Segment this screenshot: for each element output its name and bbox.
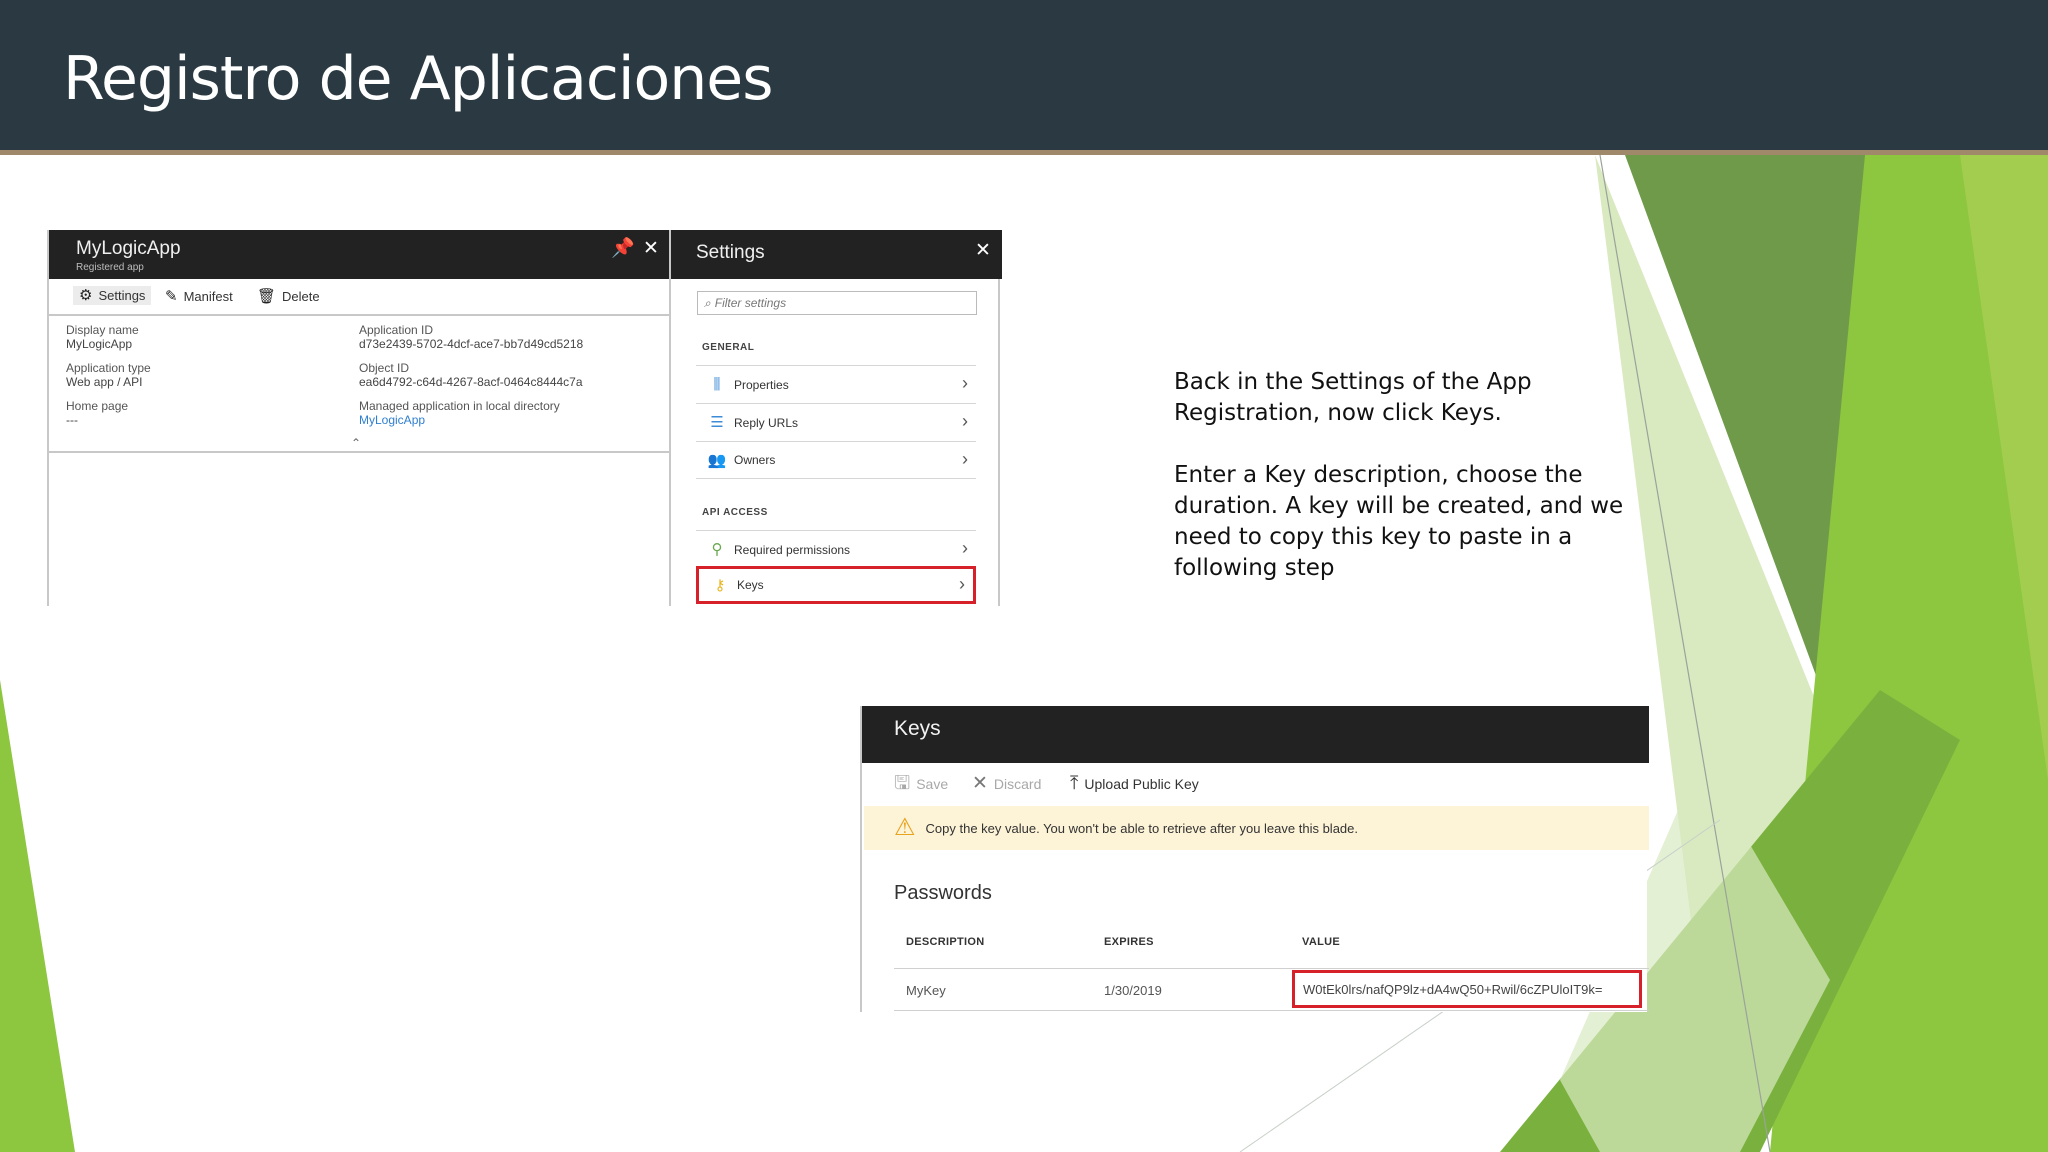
permissions-icon: ⚲	[711, 541, 723, 558]
home-page-prop: Home page ---	[66, 399, 128, 427]
keys-screenshot: Keys 🖫 Save ✕ Discard ⤒ Upload Public Ke…	[860, 706, 1649, 1012]
table-bottom-divider	[894, 1010, 1649, 1011]
keys-blade-title: Keys	[894, 717, 941, 740]
pin-icon[interactable]: 📌	[611, 239, 635, 258]
chevron-right-icon: ›	[962, 411, 968, 431]
settings-button[interactable]: ⚙ Settings	[73, 286, 152, 305]
settings-item-required-permissions[interactable]: ⚲ Required permissions ›	[696, 530, 976, 568]
display-name-prop: Display name MyLogicApp	[66, 323, 139, 351]
filter-placeholder: Filter settings	[714, 296, 787, 310]
upload-button-label: Upload Public Key	[1084, 775, 1199, 792]
application-type-label: Application type	[66, 361, 151, 375]
settings-item-owners[interactable]: 👥 Owners ›	[696, 441, 976, 479]
application-type-prop: Application type Web app / API	[66, 361, 151, 389]
app-toolbar: ⚙ Settings ✎ Manifest 🗑 Delete	[49, 279, 669, 316]
object-id-label: Object ID	[359, 361, 410, 375]
owners-label: Owners	[734, 453, 776, 467]
keys-label: Keys	[737, 578, 764, 592]
discard-icon: ✕	[972, 773, 988, 794]
settings-item-reply-urls[interactable]: ☰ Reply URLs ›	[696, 403, 976, 441]
app-blade-header: MyLogicApp Registered app 📌 ✕	[49, 230, 669, 279]
discard-button[interactable]: ✕ Discard	[972, 774, 1041, 793]
settings-item-properties[interactable]: ⫼ Properties ›	[696, 365, 976, 403]
warning-icon: ⚠	[894, 814, 916, 841]
gear-icon: ⚙	[79, 287, 93, 304]
display-name-label: Display name	[66, 323, 139, 337]
home-page-label: Home page	[66, 399, 129, 413]
general-section-label: GENERAL	[702, 342, 755, 353]
chevron-right-icon: ›	[959, 574, 965, 594]
blade-divider	[669, 230, 671, 606]
instruction-paragraph-1: Back in the Settings of the App Registra…	[1174, 369, 1532, 426]
column-header-value: VALUE	[1302, 936, 1340, 948]
object-id-prop: Object ID ea6d4792-c64d-4267-8acf-0464c8…	[359, 361, 583, 389]
pencil-icon: ✎	[165, 288, 178, 305]
key-icon: ⚷	[714, 576, 726, 594]
users-icon: 👥	[707, 451, 727, 469]
table-header-divider	[894, 968, 1649, 969]
managed-app-link[interactable]: MyLogicApp	[359, 413, 560, 427]
passwords-title: Passwords	[894, 882, 992, 904]
discard-button-label: Discard	[993, 775, 1042, 792]
filter-settings-input[interactable]: ⌕ Filter settings	[697, 291, 977, 315]
object-id-value: ea6d4792-c64d-4267-8acf-0464c8444c7a	[359, 375, 583, 389]
column-header-expires: EXPIRES	[1104, 936, 1154, 948]
warning-banner: ⚠ Copy the key value. You won't be able …	[864, 806, 1649, 850]
key-expires-cell: 1/30/2019	[1104, 983, 1162, 998]
key-value-cell[interactable]: W0tEk0lrs/nafQP9lz+dA4wQ50+Rwil/6cZPUloI…	[1292, 970, 1642, 1008]
close-icon[interactable]: ✕	[643, 239, 659, 258]
delete-button[interactable]: 🗑 Delete	[257, 289, 320, 304]
manifest-button[interactable]: ✎ Manifest	[165, 289, 233, 304]
api-access-section-label: API ACCESS	[702, 507, 768, 518]
delete-button-label: Delete	[282, 289, 320, 304]
chevron-right-icon: ›	[962, 538, 968, 558]
home-page-value: ---	[66, 413, 78, 427]
managed-app-label: Managed application in local directory	[359, 399, 560, 413]
application-type-value: Web app / API	[66, 375, 143, 389]
left-green-facet	[0, 680, 75, 1152]
upload-public-key-button[interactable]: ⤒ Upload Public Key	[1070, 774, 1199, 793]
manifest-button-label: Manifest	[183, 289, 233, 304]
slide-title-bar: Registro de Aplicaciones	[0, 0, 2048, 150]
chevron-right-icon: ›	[962, 373, 968, 393]
key-description-cell: MyKey	[906, 983, 946, 998]
column-header-description: DESCRIPTION	[906, 936, 985, 948]
settings-button-label: Settings	[98, 288, 146, 303]
settings-blade-title: Settings	[696, 242, 765, 263]
save-icon: 🖫	[894, 773, 911, 794]
collapse-icon[interactable]: ⌃	[351, 436, 361, 450]
reply-urls-label: Reply URLs	[734, 415, 799, 430]
slide-body: Back in the Settings of the App Registra…	[1174, 367, 1644, 584]
keys-blade-header: Keys	[862, 706, 1649, 763]
app-blade-title: MyLogicApp	[76, 238, 181, 259]
search-icon: ⌕	[704, 295, 711, 310]
properties-divider	[49, 451, 669, 453]
application-id-prop: Application ID d73e2439-5702-4dcf-ace7-b…	[359, 323, 583, 351]
properties-label: Properties	[734, 377, 789, 392]
managed-app-prop: Managed application in local directory M…	[359, 399, 560, 427]
warning-text: Copy the key value. You won't be able to…	[925, 820, 1358, 836]
settings-item-keys[interactable]: ⚷ Keys ›	[696, 566, 976, 604]
save-button[interactable]: 🖫 Save	[894, 774, 948, 793]
application-id-value: d73e2439-5702-4dcf-ace7-bb7d49cd5218	[359, 337, 584, 351]
upload-icon: ⤒	[1070, 773, 1079, 794]
chevron-right-icon: ›	[962, 449, 968, 469]
display-name-value: MyLogicApp	[66, 337, 133, 351]
application-id-label: Application ID	[359, 323, 434, 337]
app-settings-screenshot: MyLogicApp Registered app 📌 ✕ Settings ✕…	[47, 230, 1002, 606]
properties-icon: ⫼	[713, 376, 721, 393]
required-permissions-label: Required permissions	[734, 542, 851, 557]
title-underline	[0, 150, 2048, 155]
list-icon: ☰	[710, 414, 724, 431]
settings-close-icon[interactable]: ✕	[975, 241, 991, 260]
slide-title: Registro de Aplicaciones	[63, 44, 773, 114]
save-button-label: Save	[916, 775, 949, 792]
settings-blade-header: Settings ✕	[671, 230, 1002, 279]
app-blade-subtitle: Registered app	[76, 262, 144, 273]
instruction-paragraph-2: Enter a Key description, choose the dura…	[1174, 462, 1624, 581]
trash-icon: 🗑	[257, 288, 277, 305]
